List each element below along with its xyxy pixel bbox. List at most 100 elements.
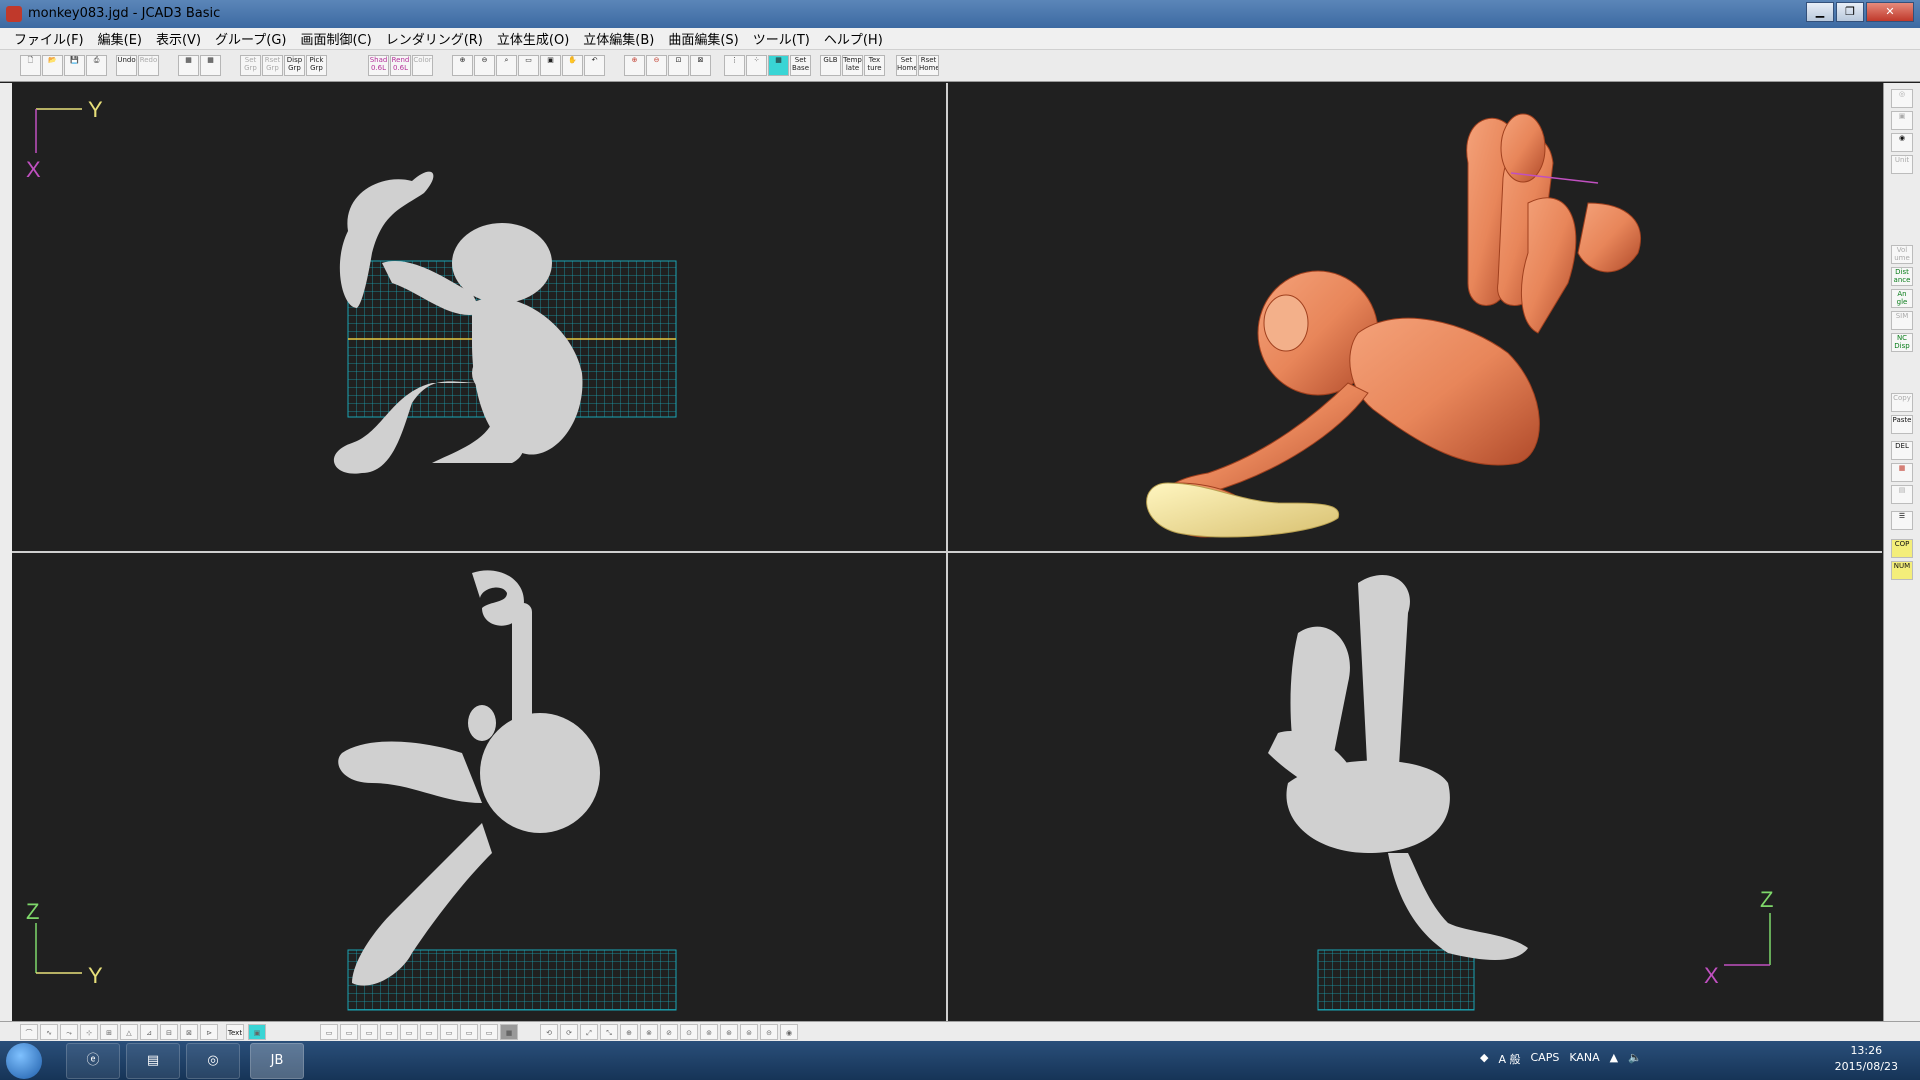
file-explorer-icon[interactable]: ▤ [126, 1043, 180, 1079]
sim-button[interactable]: SIM [1891, 311, 1913, 330]
grid-dots-icon[interactable]: ⋮ [724, 55, 745, 76]
grid-display-icon[interactable]: ▦ [768, 55, 789, 76]
distance-button[interactable]: Dist ance [1891, 267, 1913, 286]
redo-button[interactable]: Redo [138, 55, 159, 76]
delete-button[interactable]: DEL [1891, 441, 1913, 460]
cmd-icon-13[interactable]: ▭ [360, 1024, 378, 1040]
shading-button[interactable]: Shad 0.6L [368, 55, 389, 76]
undo-button[interactable]: Undo [116, 55, 137, 76]
zoom-out-red-icon[interactable]: ⊖ [646, 55, 667, 76]
cmd-icon-active[interactable]: ▣ [248, 1024, 266, 1040]
eye-icon[interactable]: ◉ [1891, 133, 1913, 152]
menu-help[interactable]: ヘルプ(H) [824, 29, 883, 48]
open-file-icon[interactable]: 📂 [42, 55, 63, 76]
camera-icon[interactable]: ▣ [1891, 111, 1913, 130]
cmd-icon-24[interactable]: ⤡ [600, 1024, 618, 1040]
cmd-icon-30[interactable]: ⊛ [720, 1024, 738, 1040]
cmd-icon-7[interactable]: ⊿ [140, 1024, 158, 1040]
cmd-icon-2[interactable]: ∿ [40, 1024, 58, 1040]
cmd-icon-8[interactable]: ⊟ [160, 1024, 178, 1040]
viewport-top-right[interactable] [948, 83, 1882, 551]
cmd-icon-32[interactable]: ⊝ [760, 1024, 778, 1040]
zoom-in-icon[interactable]: ⊕ [452, 55, 473, 76]
ime-indicator[interactable]: A 般 [1498, 1051, 1520, 1067]
minimize-button[interactable]: ▁ [1806, 2, 1834, 22]
menu-rendering[interactable]: レンダリング(R) [386, 29, 483, 48]
menu-file[interactable]: ファイル(F) [14, 29, 84, 48]
lock-icon[interactable]: ▤ [1891, 485, 1913, 504]
cmd-icon-22[interactable]: ⟳ [560, 1024, 578, 1040]
cmd-icon-33[interactable]: ◉ [780, 1024, 798, 1040]
cmd-icon-18[interactable]: ▭ [460, 1024, 478, 1040]
display-list-icon[interactable]: ▦ [178, 55, 199, 76]
reset-group-button[interactable]: Rset Grp [262, 55, 283, 76]
print-icon[interactable]: ⎙ [86, 55, 107, 76]
menu-edit[interactable]: 編集(E) [98, 29, 142, 48]
light-bulb-icon[interactable]: ◎ [1891, 89, 1913, 108]
grid-view-icon[interactable]: ▦ [200, 55, 221, 76]
cmd-icon-17[interactable]: ▭ [440, 1024, 458, 1040]
cmd-icon-25[interactable]: ⊕ [620, 1024, 638, 1040]
viewport-bottom-left[interactable]: Z Y [12, 553, 946, 1021]
menu-screen-control[interactable]: 画面制御(C) [300, 29, 371, 48]
set-group-button[interactable]: Set Grp [240, 55, 261, 76]
menu-solid-create[interactable]: 立体生成(O) [497, 29, 569, 48]
copy-button[interactable]: Copy [1891, 393, 1913, 412]
cmd-icon-20[interactable]: ■ [500, 1024, 518, 1040]
cmd-icon-3[interactable]: ⤳ [60, 1024, 78, 1040]
render-button[interactable]: Rend 0.6L [390, 55, 411, 76]
zoom-window-icon[interactable]: ▭ [518, 55, 539, 76]
zoom-area-icon[interactable]: ⊡ [668, 55, 689, 76]
pan-hand-icon[interactable]: ✋ [562, 55, 583, 76]
cmd-icon-11[interactable]: ▭ [320, 1024, 338, 1040]
save-file-icon[interactable]: 💾 [64, 55, 85, 76]
glb-button[interactable]: GLB [820, 55, 841, 76]
volume-button[interactable]: Vol ume [1891, 245, 1913, 264]
display-group-button[interactable]: Disp Grp [284, 55, 305, 76]
cmd-icon-1[interactable]: ⌒ [20, 1024, 38, 1040]
cmd-icon-19[interactable]: ▭ [480, 1024, 498, 1040]
set-base-button[interactable]: Set Base [790, 55, 811, 76]
menu-view[interactable]: 表示(V) [156, 29, 201, 48]
cmd-icon-27[interactable]: ⊘ [660, 1024, 678, 1040]
start-button[interactable] [6, 1043, 42, 1079]
new-file-icon[interactable]: 🗋 [20, 55, 41, 76]
zoom-in-red-icon[interactable]: ⊕ [624, 55, 645, 76]
zoom-out-icon[interactable]: ⊖ [474, 55, 495, 76]
volume-icon[interactable]: 🔈 [1628, 1051, 1642, 1067]
cmd-icon-5[interactable]: ⊞ [100, 1024, 118, 1040]
menu-solid-edit[interactable]: 立体編集(B) [583, 29, 654, 48]
cmd-icon-15[interactable]: ▭ [400, 1024, 418, 1040]
viewport-bottom-right[interactable]: Z X [948, 553, 1882, 1021]
color-button[interactable]: Color [412, 55, 433, 76]
snap-grid-icon[interactable]: ⁘ [746, 55, 767, 76]
texture-button[interactable]: Tex ture [864, 55, 885, 76]
template-button[interactable]: Temp late [842, 55, 863, 76]
cmd-icon-26[interactable]: ⊗ [640, 1024, 658, 1040]
network-icon[interactable]: ▲ [1610, 1051, 1618, 1067]
menu-tools[interactable]: ツール(T) [753, 29, 810, 48]
cmd-icon-28[interactable]: ⊙ [680, 1024, 698, 1040]
cmd-icon-6[interactable]: △ [120, 1024, 138, 1040]
clock[interactable]: 13:26 2015/08/23 [1835, 1043, 1898, 1075]
back-view-icon[interactable]: ↶ [584, 55, 605, 76]
cmd-icon-29[interactable]: ⊚ [700, 1024, 718, 1040]
jcad3-taskbar-button[interactable]: JB [250, 1043, 304, 1079]
tray-shield-icon[interactable]: ◆ [1480, 1051, 1488, 1067]
cmd-icon-14[interactable]: ▭ [380, 1024, 398, 1040]
zoom-fit-icon[interactable]: ⌕ [496, 55, 517, 76]
viewport-top-left[interactable]: Y X [12, 83, 946, 551]
fit-frame-icon[interactable]: ⊠ [690, 55, 711, 76]
unit-button[interactable]: Unit [1891, 155, 1913, 174]
cmd-icon-16[interactable]: ▭ [420, 1024, 438, 1040]
menu-group[interactable]: グループ(G) [215, 29, 286, 48]
palette-icon[interactable]: ▦ [1891, 463, 1913, 482]
cmd-icon-23[interactable]: ⤢ [580, 1024, 598, 1040]
cmd-icon-10[interactable]: ⊳ [200, 1024, 218, 1040]
text-button[interactable]: Text [226, 1024, 244, 1040]
viewport-divider-horizontal[interactable] [12, 551, 1882, 553]
list-icon[interactable]: ☰ [1891, 511, 1913, 530]
cmd-icon-12[interactable]: ▭ [340, 1024, 358, 1040]
chrome-browser-icon[interactable]: ◎ [186, 1043, 240, 1079]
maximize-button[interactable]: ❐ [1836, 2, 1864, 22]
